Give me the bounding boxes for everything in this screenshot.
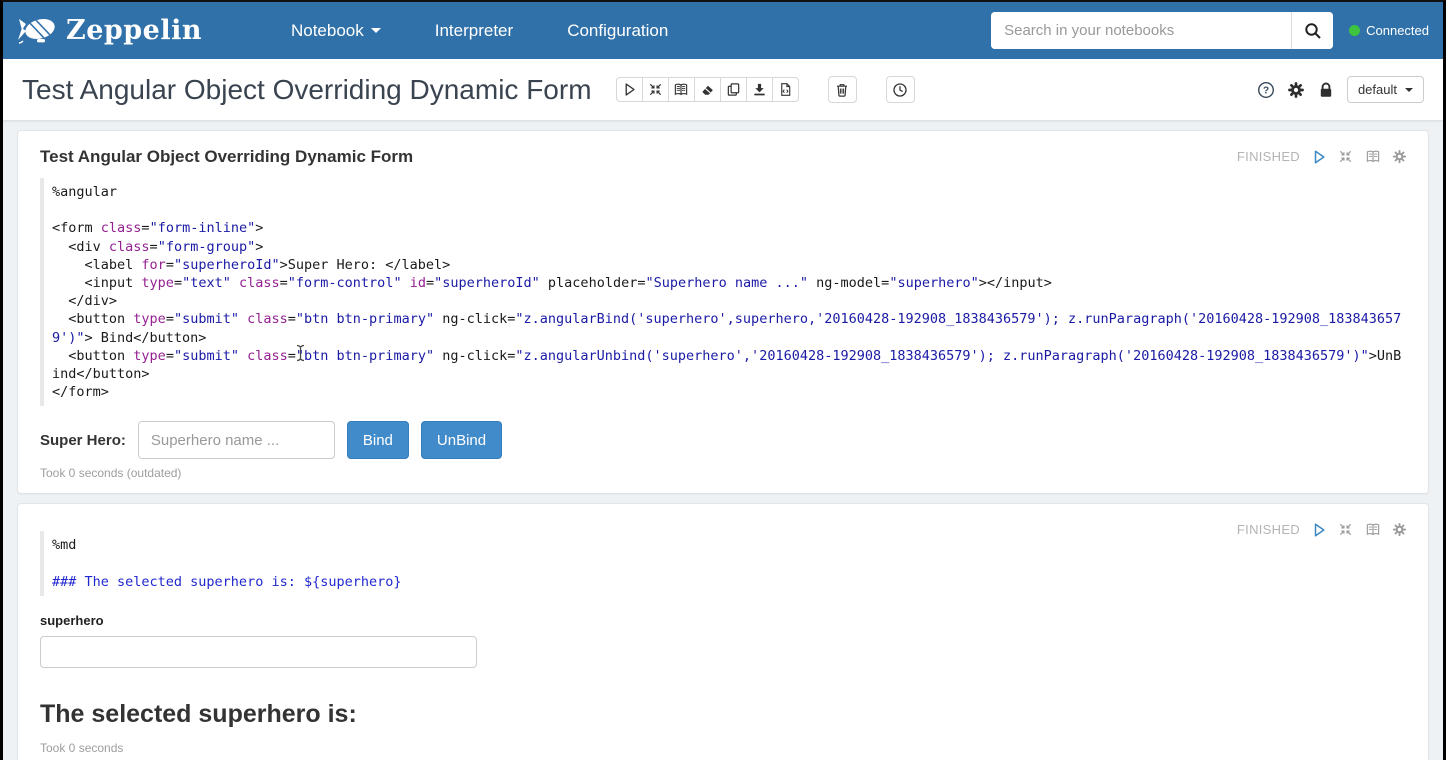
paragraph-title: Test Angular Object Overriding Dynamic F… (40, 147, 1406, 167)
code-editor-angular[interactable]: %angular <form class="form-inline"> <div… (40, 178, 1406, 406)
note-titlebar: Test Angular Object Overriding Dynamic F… (3, 59, 1443, 121)
svg-text:?: ? (1263, 85, 1269, 96)
export-note-button[interactable] (746, 77, 773, 102)
titlebar-right: ? (1257, 76, 1424, 103)
show-hide-output-button[interactable] (668, 77, 695, 102)
nav-interpreter[interactable]: Interpreter (408, 21, 540, 41)
superhero-input[interactable] (138, 421, 335, 459)
clone-note-button[interactable] (720, 77, 747, 102)
navbar: Zeppelin Notebook Interpreter Configurat… (3, 2, 1443, 59)
zeppelin-app: Zeppelin Notebook Interpreter Configurat… (0, 0, 1446, 760)
markdown-output-heading: The selected superhero is: (40, 700, 1406, 729)
play-icon (622, 82, 637, 97)
brand-name: Zeppelin (66, 15, 202, 46)
show-output-icon[interactable] (1364, 148, 1381, 165)
version-control-button[interactable] (886, 76, 915, 103)
nav-configuration[interactable]: Configuration (540, 21, 695, 41)
nav-interpreter-label: Interpreter (435, 21, 513, 41)
nav-configuration-label: Configuration (567, 21, 668, 41)
help-icon[interactable]: ? (1257, 80, 1276, 99)
interpreter-binding-label: default (1358, 82, 1397, 97)
angular-output-form: Super Hero: Bind UnBind (40, 421, 1406, 459)
zeppelin-logo[interactable]: Zeppelin (17, 14, 202, 48)
zeppelin-blimp-icon (17, 14, 59, 48)
search-input[interactable] (991, 12, 1291, 49)
status-badge: FINISHED (1237, 149, 1300, 164)
chevron-down-icon (371, 28, 381, 33)
nav-notebook-label: Notebook (291, 21, 364, 41)
chevron-down-icon (1405, 88, 1413, 92)
paragraph-controls: FINISHED (1237, 148, 1408, 165)
paragraph-angular-form: Test Angular Object Overriding Dynamic F… (17, 130, 1429, 494)
main-nav: Notebook Interpreter Configuration (264, 21, 695, 41)
paragraph-settings-icon[interactable] (1391, 148, 1408, 165)
trash-icon (834, 82, 850, 98)
gear-icon[interactable] (1287, 80, 1306, 99)
clock-icon (892, 82, 908, 98)
search-area: Connected (991, 12, 1429, 49)
lock-icon[interactable] (1317, 80, 1336, 99)
clone-icon (726, 82, 741, 97)
dynamic-form-label: superhero (40, 613, 1406, 628)
file-code-icon (778, 82, 793, 97)
connected-label: Connected (1366, 23, 1429, 38)
superhero-label: Super Hero: (40, 432, 126, 449)
connection-status: Connected (1349, 23, 1429, 38)
note-title[interactable]: Test Angular Object Overriding Dynamic F… (22, 74, 592, 106)
interpreter-binding-dropdown[interactable]: default (1347, 76, 1424, 103)
search-button[interactable] (1291, 12, 1333, 49)
paragraph-markdown: FINISHED (17, 503, 1429, 760)
note-content: Test Angular Object Overriding Dynamic F… (3, 121, 1443, 760)
bind-button[interactable]: Bind (347, 421, 409, 459)
code-editor-markdown[interactable]: %md ### The selected superhero is: ${sup… (40, 531, 1406, 596)
remove-note-button[interactable] (828, 76, 857, 103)
paragraph-execution-info: Took 0 seconds (40, 741, 1406, 755)
unbind-button[interactable]: UnBind (421, 421, 502, 459)
compress-arrows-icon (648, 82, 663, 97)
collapse-editor-icon[interactable] (1337, 148, 1354, 165)
export-code-button[interactable] (772, 77, 799, 102)
book-icon (673, 82, 689, 97)
connected-dot-icon (1349, 25, 1360, 36)
download-icon (752, 82, 767, 97)
note-toolbar (616, 77, 799, 102)
clear-output-button[interactable] (694, 77, 721, 102)
eraser-icon (700, 82, 715, 97)
dynamic-form-input[interactable] (40, 636, 477, 668)
run-all-button[interactable] (616, 77, 643, 102)
show-hide-code-button[interactable] (642, 77, 669, 102)
search-icon (1304, 22, 1322, 40)
run-paragraph-icon[interactable] (1310, 148, 1327, 165)
nav-notebook[interactable]: Notebook (264, 21, 408, 41)
paragraph-execution-info: Took 0 seconds (outdated) (40, 466, 1406, 480)
